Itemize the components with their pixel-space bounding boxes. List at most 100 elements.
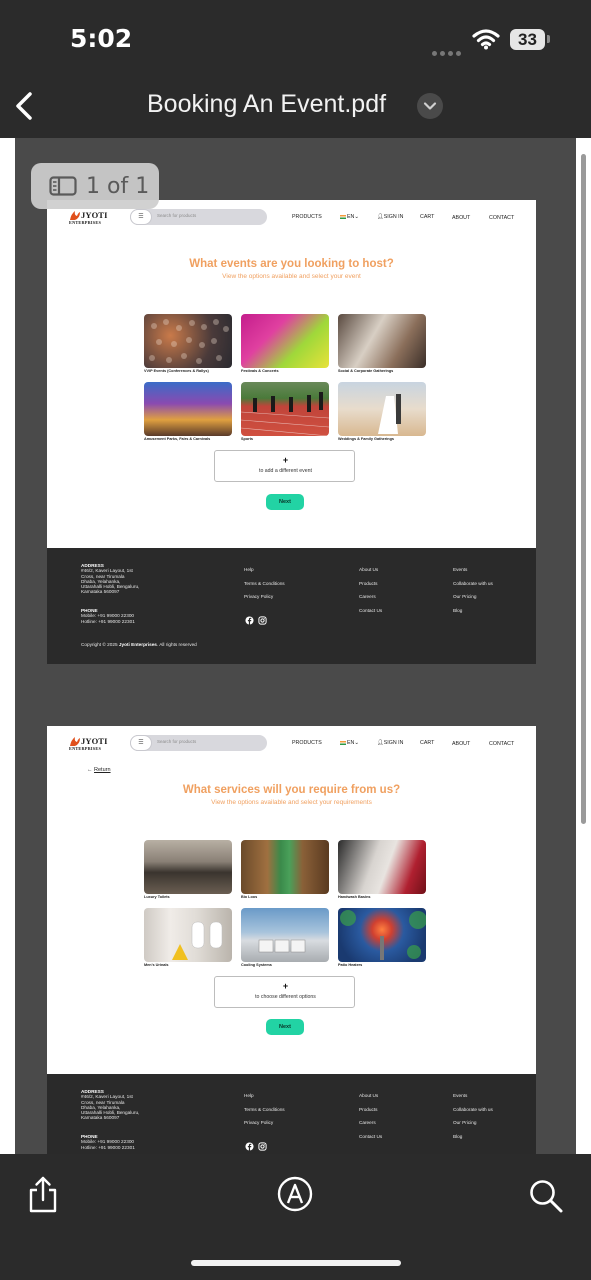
event-card-label: VVIP Events (Conferences & Rallys) [144, 369, 209, 373]
document-title[interactable]: Booking An Event.pdf [147, 90, 386, 119]
wifi-icon [472, 29, 500, 50]
event-card-social[interactable] [338, 314, 426, 368]
footer-link[interactable]: Privacy Policy [244, 590, 285, 604]
footer-col-help: Help Terms & Conditions Privacy Policy [244, 1089, 285, 1130]
bottom-toolbar [0, 1154, 591, 1280]
page-heading: What events are you looking to host? [189, 258, 394, 270]
runners-image [241, 392, 329, 436]
footer-link[interactable]: Contact Us [359, 1130, 382, 1144]
event-card-label: Festivals & Concerts [241, 369, 279, 373]
event-card-festivals[interactable] [241, 314, 329, 368]
footer-link[interactable]: Collaborate with us [453, 1103, 493, 1117]
footer-col-about: About Us Products Careers Contact Us [359, 563, 382, 617]
title-menu-button[interactable] [417, 93, 443, 119]
footer-link[interactable]: Privacy Policy [244, 1116, 285, 1130]
chevron-down-icon: ⌄ [354, 214, 359, 220]
event-card-weddings[interactable] [338, 382, 426, 436]
nav-language[interactable]: EN⌄ [340, 214, 359, 220]
nav-cart[interactable]: CART [420, 214, 434, 220]
nav-contact[interactable]: CONTACT [489, 741, 514, 747]
event-card-amusement[interactable] [144, 382, 232, 436]
footer-link[interactable]: Careers [359, 590, 382, 604]
choose-options-button[interactable]: + to choose different options [214, 976, 355, 1008]
footer-col-events: Events Collaborate with us Our Pricing B… [453, 1089, 493, 1143]
facebook-icon[interactable] [245, 1142, 254, 1151]
event-card-label: Amusement Parks, Fairs & Carnivals [144, 437, 211, 441]
viewer-left-edge [0, 138, 15, 1154]
footer-link[interactable]: Products [359, 577, 382, 591]
navigation-bar: Booking An Event.pdf [0, 76, 591, 138]
markup-icon[interactable] [277, 1176, 313, 1212]
site-search-bar[interactable]: ☰ Search for products [130, 735, 267, 751]
battery-nub [547, 35, 550, 43]
footer-copyright: Copyright © 2025 Jyoti Enterprises. All … [81, 642, 197, 647]
nav-products[interactable]: PRODUCTS [292, 740, 322, 746]
service-card-bio-loos[interactable] [241, 840, 329, 894]
footer-link[interactable]: Collaborate with us [453, 577, 493, 591]
pdf-viewer[interactable]: 1 of 1 JYOTI ENTERPRISES ☰ Search for pr… [0, 138, 591, 1154]
status-time: 5:02 [70, 24, 133, 53]
next-button[interactable]: Next [266, 494, 304, 510]
footer-link[interactable]: Careers [359, 1116, 382, 1130]
page-subheading: View the options available and select yo… [222, 273, 361, 280]
footer-link[interactable]: Blog [453, 604, 493, 618]
nav-sign-in[interactable]: 👤︎SIGN IN [377, 214, 403, 220]
logo[interactable]: JYOTI ENTERPRISES [69, 736, 109, 754]
menu-icon[interactable]: ☰ [130, 735, 152, 751]
footer-link[interactable]: Events [453, 1089, 493, 1103]
share-icon[interactable] [27, 1176, 59, 1214]
home-indicator[interactable] [191, 1260, 401, 1266]
footer-link[interactable]: Products [359, 1103, 382, 1117]
footer-link[interactable]: Our Pricing [453, 1116, 493, 1130]
footer-address: ADDRESS #46/2, Kaveri Layout, 1st Cross,… [81, 563, 140, 595]
flag-icon [340, 740, 346, 745]
plus-icon: + [282, 455, 289, 465]
pdf-page-1: JYOTI ENTERPRISES ☰ Search for products … [47, 200, 536, 664]
logo[interactable]: JYOTI ENTERPRISES [69, 210, 109, 228]
back-chevron-icon[interactable] [10, 86, 40, 126]
footer-link[interactable]: Blog [453, 1130, 493, 1144]
footer-link[interactable]: About Us [359, 563, 382, 577]
page-indicator[interactable]: 1 of 1 [31, 163, 159, 209]
return-label: Return [94, 767, 111, 773]
next-button[interactable]: Next [266, 1019, 304, 1035]
nav-products[interactable]: PRODUCTS [292, 214, 322, 220]
status-bar: 5:02 33 [0, 0, 591, 76]
footer-link[interactable]: Events [453, 563, 493, 577]
footer-link[interactable]: Contact Us [359, 604, 382, 618]
footer-link[interactable]: Terms & Conditions [244, 577, 285, 591]
instagram-icon[interactable] [258, 616, 267, 625]
nav-cart[interactable]: CART [420, 740, 434, 746]
footer-link[interactable]: Help [244, 563, 285, 577]
cellular-signal-icon [432, 43, 464, 56]
service-card-label: Bio Loos [241, 895, 258, 899]
event-card-sports[interactable] [241, 382, 329, 436]
search-placeholder: Search for products [157, 739, 197, 744]
site-search-bar[interactable]: ☰ Search for products [130, 209, 267, 225]
footer-link[interactable]: Our Pricing [453, 590, 493, 604]
nav-about[interactable]: ABOUT [452, 215, 470, 221]
service-card-luxury-toilets[interactable] [144, 840, 232, 894]
return-link[interactable]: ← Return [87, 767, 111, 773]
user-icon: 👤︎ [377, 214, 384, 220]
add-event-button[interactable]: + to add a different event [214, 450, 355, 482]
footer-link[interactable]: About Us [359, 1089, 382, 1103]
search-icon[interactable] [528, 1178, 564, 1214]
nav-language[interactable]: EN⌄ [340, 740, 359, 746]
service-card-cooling-systems[interactable] [241, 908, 329, 962]
footer-link[interactable]: Help [244, 1089, 285, 1103]
footer-link[interactable]: Terms & Conditions [244, 1103, 285, 1117]
service-card-patio-heaters[interactable] [338, 908, 426, 962]
nav-sign-in[interactable]: 👤︎SIGN IN [377, 740, 403, 746]
scrollbar[interactable] [581, 154, 586, 824]
instagram-icon[interactable] [258, 1142, 267, 1151]
logo-subtext: ENTERPRISES [69, 746, 102, 751]
event-card-vvip[interactable] [144, 314, 232, 368]
service-card-mens-urinals[interactable] [144, 908, 232, 962]
nav-contact[interactable]: CONTACT [489, 215, 514, 221]
menu-icon[interactable]: ☰ [130, 209, 152, 225]
nav-about[interactable]: ABOUT [452, 741, 470, 747]
facebook-icon[interactable] [245, 616, 254, 625]
service-card-handwash-basins[interactable] [338, 840, 426, 894]
page-subheading: View the options available and select yo… [211, 799, 372, 806]
